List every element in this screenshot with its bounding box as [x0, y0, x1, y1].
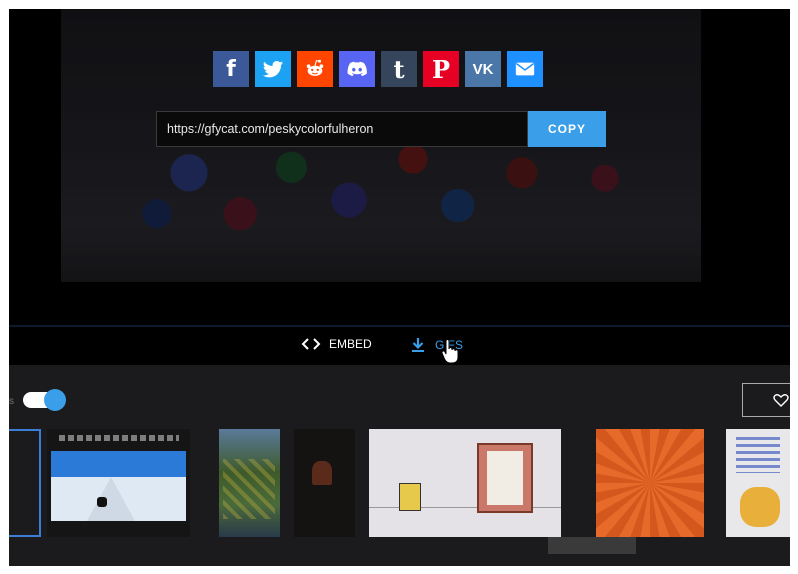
- facebook-share-button[interactable]: f: [213, 51, 249, 87]
- gif-thumbnail[interactable]: [294, 429, 355, 537]
- toggle-knob[interactable]: [44, 389, 66, 411]
- email-share-button[interactable]: [507, 51, 543, 87]
- reddit-icon: [306, 59, 324, 76]
- facebook-icon: f: [226, 56, 236, 82]
- vk-share-button[interactable]: VK: [465, 51, 501, 87]
- gif-thumbnail[interactable]: [219, 429, 280, 537]
- favorite-button[interactable]: [742, 383, 790, 417]
- gif-thumbnail[interactable]: [596, 429, 704, 537]
- email-icon: [515, 62, 535, 76]
- gif-thumbnail[interactable]: [726, 429, 790, 537]
- copy-button[interactable]: COPY: [528, 111, 606, 147]
- gif-thumbnail[interactable]: [47, 429, 190, 537]
- tumblr-share-button[interactable]: t: [381, 51, 417, 87]
- thumb-hud: [59, 435, 179, 441]
- gif-thumbnail[interactable]: [369, 429, 561, 537]
- thumb-door: [477, 443, 533, 513]
- pinterest-icon: P: [431, 54, 451, 84]
- discord-share-button[interactable]: [339, 51, 375, 87]
- app-window: f t P VK https://gfycat.com/peskycolorfu…: [9, 9, 790, 566]
- code-brackets-icon: [301, 338, 321, 350]
- gif-thumbnail[interactable]: [9, 429, 41, 537]
- thumb-character: [97, 497, 107, 507]
- thumb-figure: [312, 461, 332, 485]
- share-buttons: f t P VK: [213, 51, 543, 87]
- reddit-share-button[interactable]: [297, 51, 333, 87]
- twitter-icon: [262, 61, 284, 78]
- heart-icon: [773, 394, 789, 407]
- tumblr-icon: t: [393, 54, 405, 84]
- thumb-road: [87, 477, 135, 521]
- thumb-sky: [51, 451, 186, 477]
- thumb-bye-text: [736, 437, 780, 473]
- share-url-row: https://gfycat.com/peskycolorfulheron CO…: [156, 111, 606, 147]
- related-gifs-panel: s: [9, 365, 790, 566]
- thumb-cat: [399, 483, 421, 511]
- thumb-sign: [487, 451, 523, 505]
- discord-icon: [347, 61, 367, 77]
- pinterest-share-button[interactable]: P: [423, 51, 459, 87]
- thumb-jake: [740, 487, 780, 527]
- action-bar: EMBED GIFS: [9, 327, 790, 365]
- download-icon: [412, 338, 424, 352]
- vk-icon: VK: [472, 60, 494, 78]
- autoplay-toggle[interactable]: [23, 389, 66, 411]
- twitter-share-button[interactable]: [255, 51, 291, 87]
- share-url-field[interactable]: https://gfycat.com/peskycolorfulheron: [156, 111, 528, 147]
- hand-cursor-icon: [441, 339, 459, 364]
- embed-label: EMBED: [329, 337, 372, 351]
- thumb-sprites: [223, 459, 275, 519]
- video-player[interactable]: f t P VK https://gfycat.com/peskycolorfu…: [9, 9, 790, 329]
- carousel-scrollbar[interactable]: [548, 537, 636, 554]
- embed-button[interactable]: EMBED: [301, 337, 372, 351]
- toggle-label-fragment: s: [9, 396, 14, 407]
